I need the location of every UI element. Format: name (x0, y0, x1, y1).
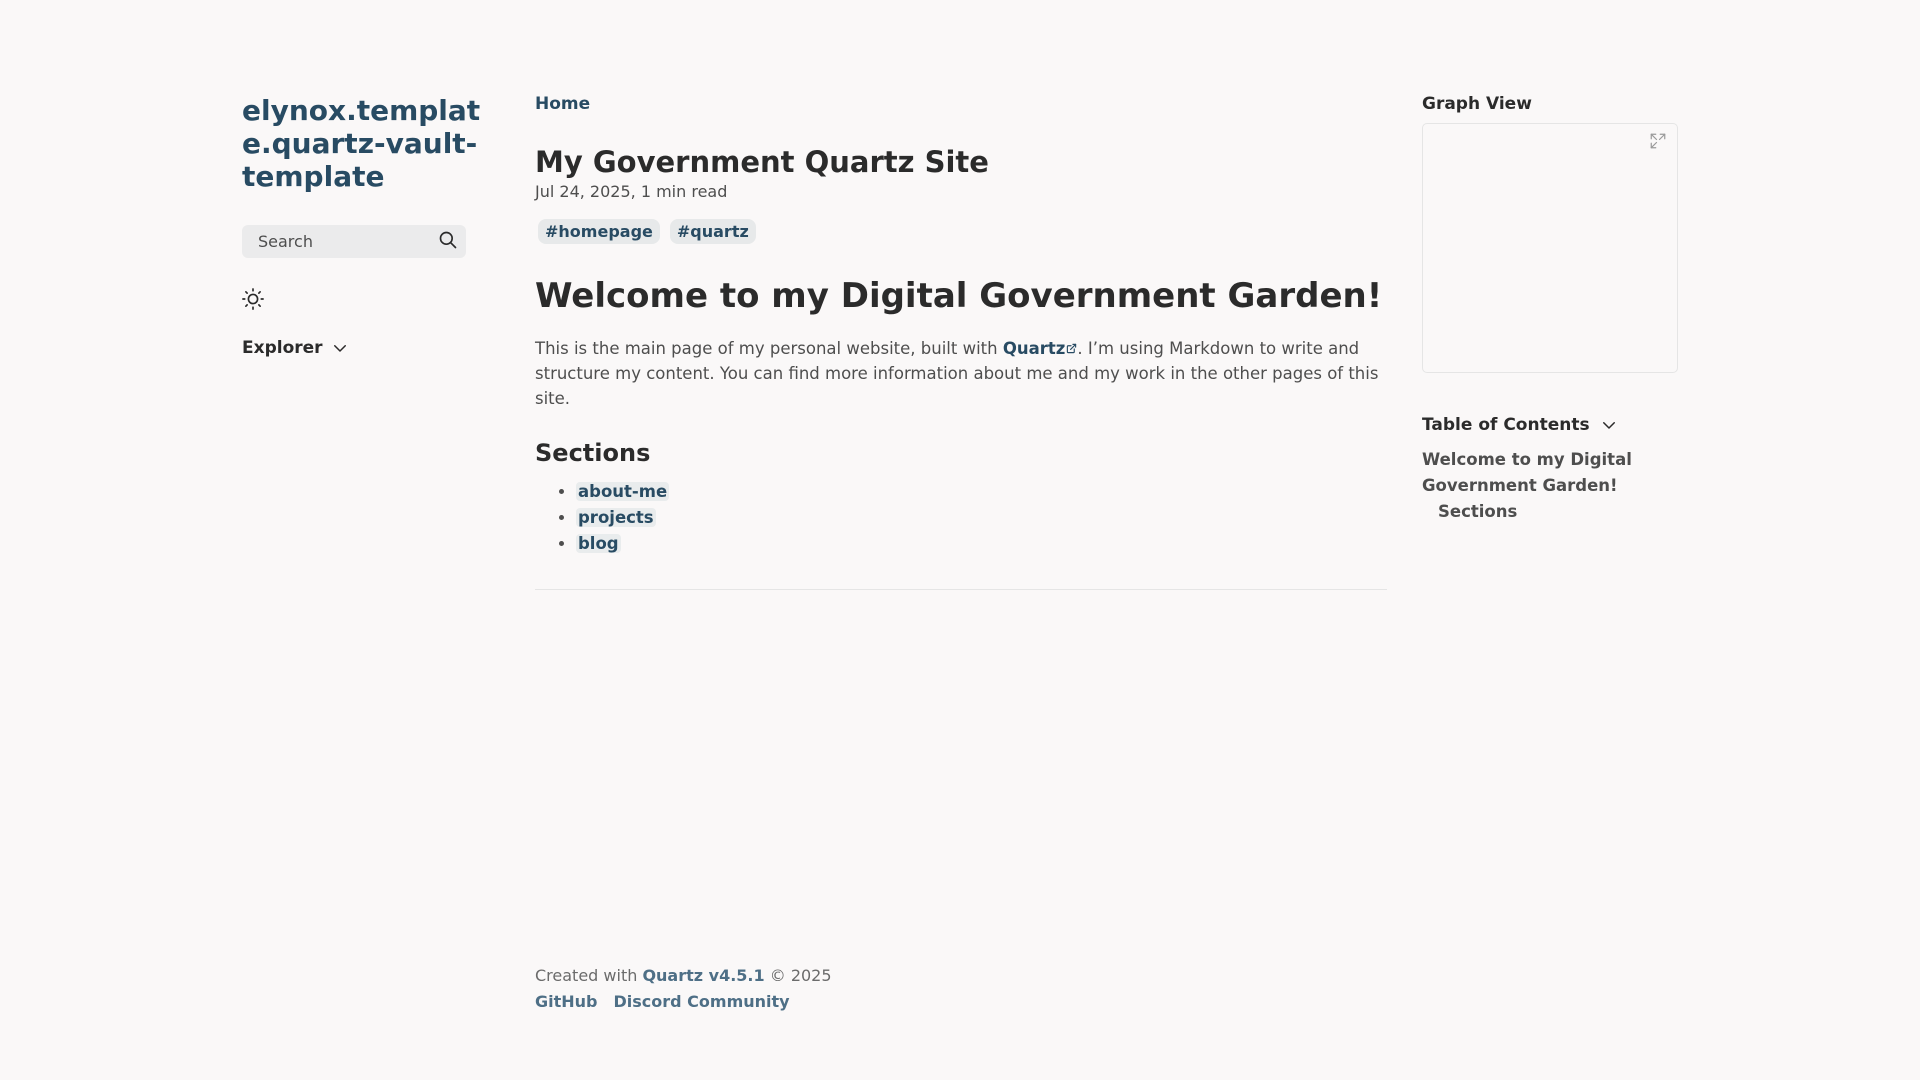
page-date: Jul 24, 2025 (535, 182, 631, 201)
content-divider (535, 589, 1387, 590)
meta-separator: , (630, 182, 636, 201)
footer: Created with Quartz v4.5.1 © 2025 GitHub… (535, 966, 832, 1011)
discord-community-link[interactable]: Discord Community (614, 992, 790, 1011)
footer-links: GitHub Discord Community (535, 992, 832, 1011)
section-link-projects[interactable]: projects (576, 508, 656, 527)
section-link-blog[interactable]: blog (576, 534, 621, 553)
quartz-link-label: Quartz (1002, 339, 1066, 358)
graph-view-title: Graph View (1422, 94, 1532, 114)
list-item: projects (576, 505, 1387, 531)
sun-icon (242, 288, 264, 310)
graph-view-canvas[interactable] (1422, 123, 1678, 373)
page-title: My Government Quartz Site (535, 145, 989, 179)
toc-list: Welcome to my Digital Government Garden!… (1422, 447, 1682, 525)
toc-toggle[interactable]: Table of Contents (1422, 415, 1682, 435)
external-link-icon (1067, 343, 1077, 354)
sections-list: about-me projects blog (535, 479, 1387, 557)
section-link-about-me[interactable]: about-me (576, 482, 670, 501)
toc-item-sections[interactable]: Sections (1422, 499, 1682, 525)
footer-credit: Created with Quartz v4.5.1 © 2025 (535, 966, 832, 985)
theme-toggle-button[interactable] (242, 288, 264, 310)
tag-homepage[interactable]: #homepage (538, 219, 660, 244)
expand-icon[interactable] (1649, 132, 1667, 150)
explorer-label: Explorer (242, 338, 323, 358)
quartz-version-link[interactable]: Quartz v4.5.1 (642, 966, 764, 985)
sections-heading: Sections (535, 439, 651, 467)
search-placeholder: Search (258, 232, 313, 251)
page-read-time: 1 min read (640, 182, 728, 201)
article-heading: Welcome to my Digital Government Garden! (535, 276, 1383, 316)
chevron-down-icon (1602, 422, 1615, 429)
list-item: about-me (576, 479, 1387, 505)
chevron-down-icon (333, 345, 346, 352)
explorer-toggle[interactable]: Explorer (242, 338, 482, 358)
left-sidebar: elynox.template.quartz-vault-template Se… (242, 94, 482, 358)
toc-item-welcome[interactable]: Welcome to my Digital Government Garden! (1422, 447, 1682, 499)
footer-copyright: © 2025 (764, 966, 832, 985)
main-content: Home My Government Quartz Site Jul 24, 2… (535, 94, 1387, 590)
search-button[interactable]: Search (242, 225, 466, 258)
list-item: blog (576, 531, 1387, 557)
breadcrumb-home[interactable]: Home (535, 94, 590, 114)
search-icon (438, 230, 458, 254)
tag-quartz[interactable]: #quartz (669, 219, 756, 244)
tag-list: #homepage #quartz (535, 219, 1387, 244)
intro-paragraph: This is the main page of my personal web… (535, 336, 1387, 411)
footer-created-prefix: Created with (535, 966, 643, 985)
intro-text-before: This is the main page of my personal web… (535, 339, 1003, 358)
github-link[interactable]: GitHub (535, 992, 598, 1011)
site-title[interactable]: elynox.template.quartz-vault-template (242, 94, 482, 193)
right-sidebar: Graph View Table of Contents Welcome to … (1422, 94, 1682, 525)
page-meta: Jul 24, 2025, 1 min read (535, 182, 1387, 201)
quartz-external-link[interactable]: Quartz (1003, 339, 1078, 358)
toc-title: Table of Contents (1422, 415, 1590, 435)
